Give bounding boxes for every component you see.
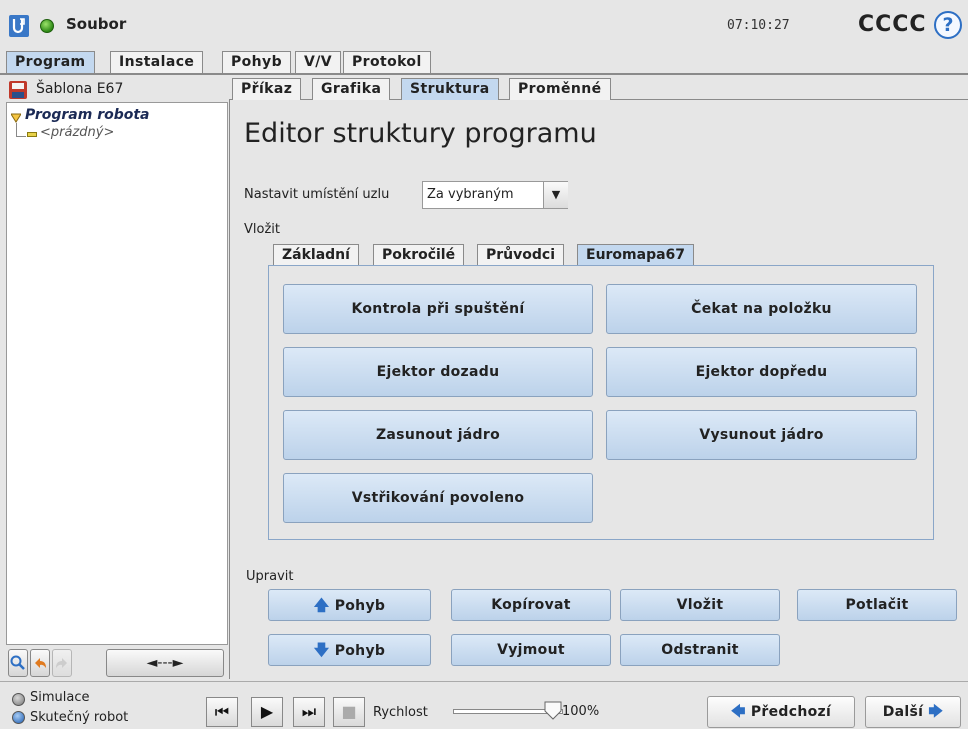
ejector-back-button[interactable]: Ejektor dozadu [283,347,593,397]
skip-back-icon[interactable]: ⏮ [206,697,238,727]
tree-connector [16,136,26,137]
tab-basic[interactable]: Základní [273,244,359,266]
suppress-button[interactable]: Potlačit [797,589,957,621]
tab-io[interactable]: V/V [295,51,341,73]
move-down-label: Pohyb [334,643,386,659]
arrow-left-icon: 🡄 [730,704,746,720]
help-icon[interactable]: ? [934,11,962,39]
tab-move[interactable]: Pohyb [222,51,291,73]
expand-triangle-icon[interactable] [10,111,22,123]
arrow-up-icon: 🡅 [313,596,330,614]
delete-button[interactable]: Odstranit [620,634,780,666]
node-placement-label: Nastavit umístění uzlu [244,187,390,202]
speed-label: Rychlost [373,705,428,720]
title-bar [0,0,968,52]
real-robot-radio[interactable] [12,711,25,724]
paste-button[interactable]: Vložit [620,589,780,621]
clock: 07:10:27 [727,18,790,33]
injection-enabled-button[interactable]: Vstřikování povoleno [283,473,593,523]
empty-node-icon [27,132,37,137]
tab-installation[interactable]: Instalace [110,51,204,73]
save-icon[interactable] [8,80,28,100]
copy-button[interactable]: Kopírovat [451,589,611,621]
tab-program[interactable]: Program [6,51,95,73]
tree-toolbar: ◄---► [6,648,228,678]
ejector-forward-button[interactable]: Ejektor dopředu [606,347,917,397]
tree-connector [16,123,17,137]
page-title: Editor struktury programu [244,118,597,149]
extend-core-button[interactable]: Vysunout jádro [606,410,917,460]
tab-euromap67[interactable]: Euromapa67 [577,244,695,266]
tree-arrow-button[interactable]: ◄---► [106,649,224,677]
tab-variables[interactable]: Proměnné [509,78,611,100]
tab-structure[interactable]: Struktura [401,78,499,100]
skip-forward-icon[interactable]: ⏭ [293,697,325,727]
speed-slider-thumb[interactable] [543,700,563,720]
tree-root-node[interactable]: Program robota [25,107,150,123]
template-name: Šablona E67 [36,81,124,97]
chevron-down-icon[interactable]: ▼ [543,182,568,208]
simulation-radio[interactable] [12,693,25,706]
ur-logo-icon [9,15,29,37]
tab-underline [0,73,968,75]
previous-label: Předchozí [750,704,832,720]
node-placement-value: Za vybraným [427,187,514,202]
tab-command[interactable]: Příkaz [232,78,302,100]
tab-advanced[interactable]: Pokročilé [373,244,465,266]
move-up-button[interactable]: 🡅 Pohyb [268,589,431,621]
search-icon[interactable] [8,649,28,677]
move-down-button[interactable]: 🡇 Pohyb [268,634,431,666]
program-file-header: Šablona E67 [6,78,228,102]
startup-check-button[interactable]: Kontrola při spuštění [283,284,593,334]
file-menu[interactable]: Soubor [66,15,126,33]
cut-button[interactable]: Vyjmout [451,634,611,666]
robot-name: CCCC [858,12,927,37]
arrow-right-icon: 🡆 [928,704,944,720]
previous-button[interactable]: 🡄 Předchozí [707,696,855,728]
retract-core-button[interactable]: Zasunout jádro [283,410,593,460]
program-tree[interactable]: Program robota <prázdný> [6,102,228,645]
undo-icon[interactable] [30,649,50,677]
next-button[interactable]: Další 🡆 [865,696,961,728]
wait-for-item-button[interactable]: Čekat na položku [606,284,917,334]
node-placement-select[interactable]: Za vybraným ▼ [422,181,568,209]
file-status-icon[interactable] [40,19,54,33]
move-up-label: Pohyb [334,598,386,614]
tab-graphics[interactable]: Grafika [312,78,391,100]
edit-label: Upravit [246,569,294,584]
redo-icon[interactable] [52,649,72,677]
stop-icon[interactable]: ■ [333,697,365,727]
arrow-down-icon: 🡇 [313,641,330,659]
tab-wizards[interactable]: Průvodci [477,244,564,266]
real-robot-label: Skutečný robot [30,710,129,725]
next-label: Další [882,704,924,720]
simulation-label: Simulace [30,690,90,705]
play-icon[interactable]: ▶ [251,697,283,727]
speed-value: 100% [562,704,600,719]
insert-label: Vložit [244,222,280,237]
tree-empty-node[interactable]: <prázdný> [40,125,114,140]
tab-log[interactable]: Protokol [343,51,431,73]
